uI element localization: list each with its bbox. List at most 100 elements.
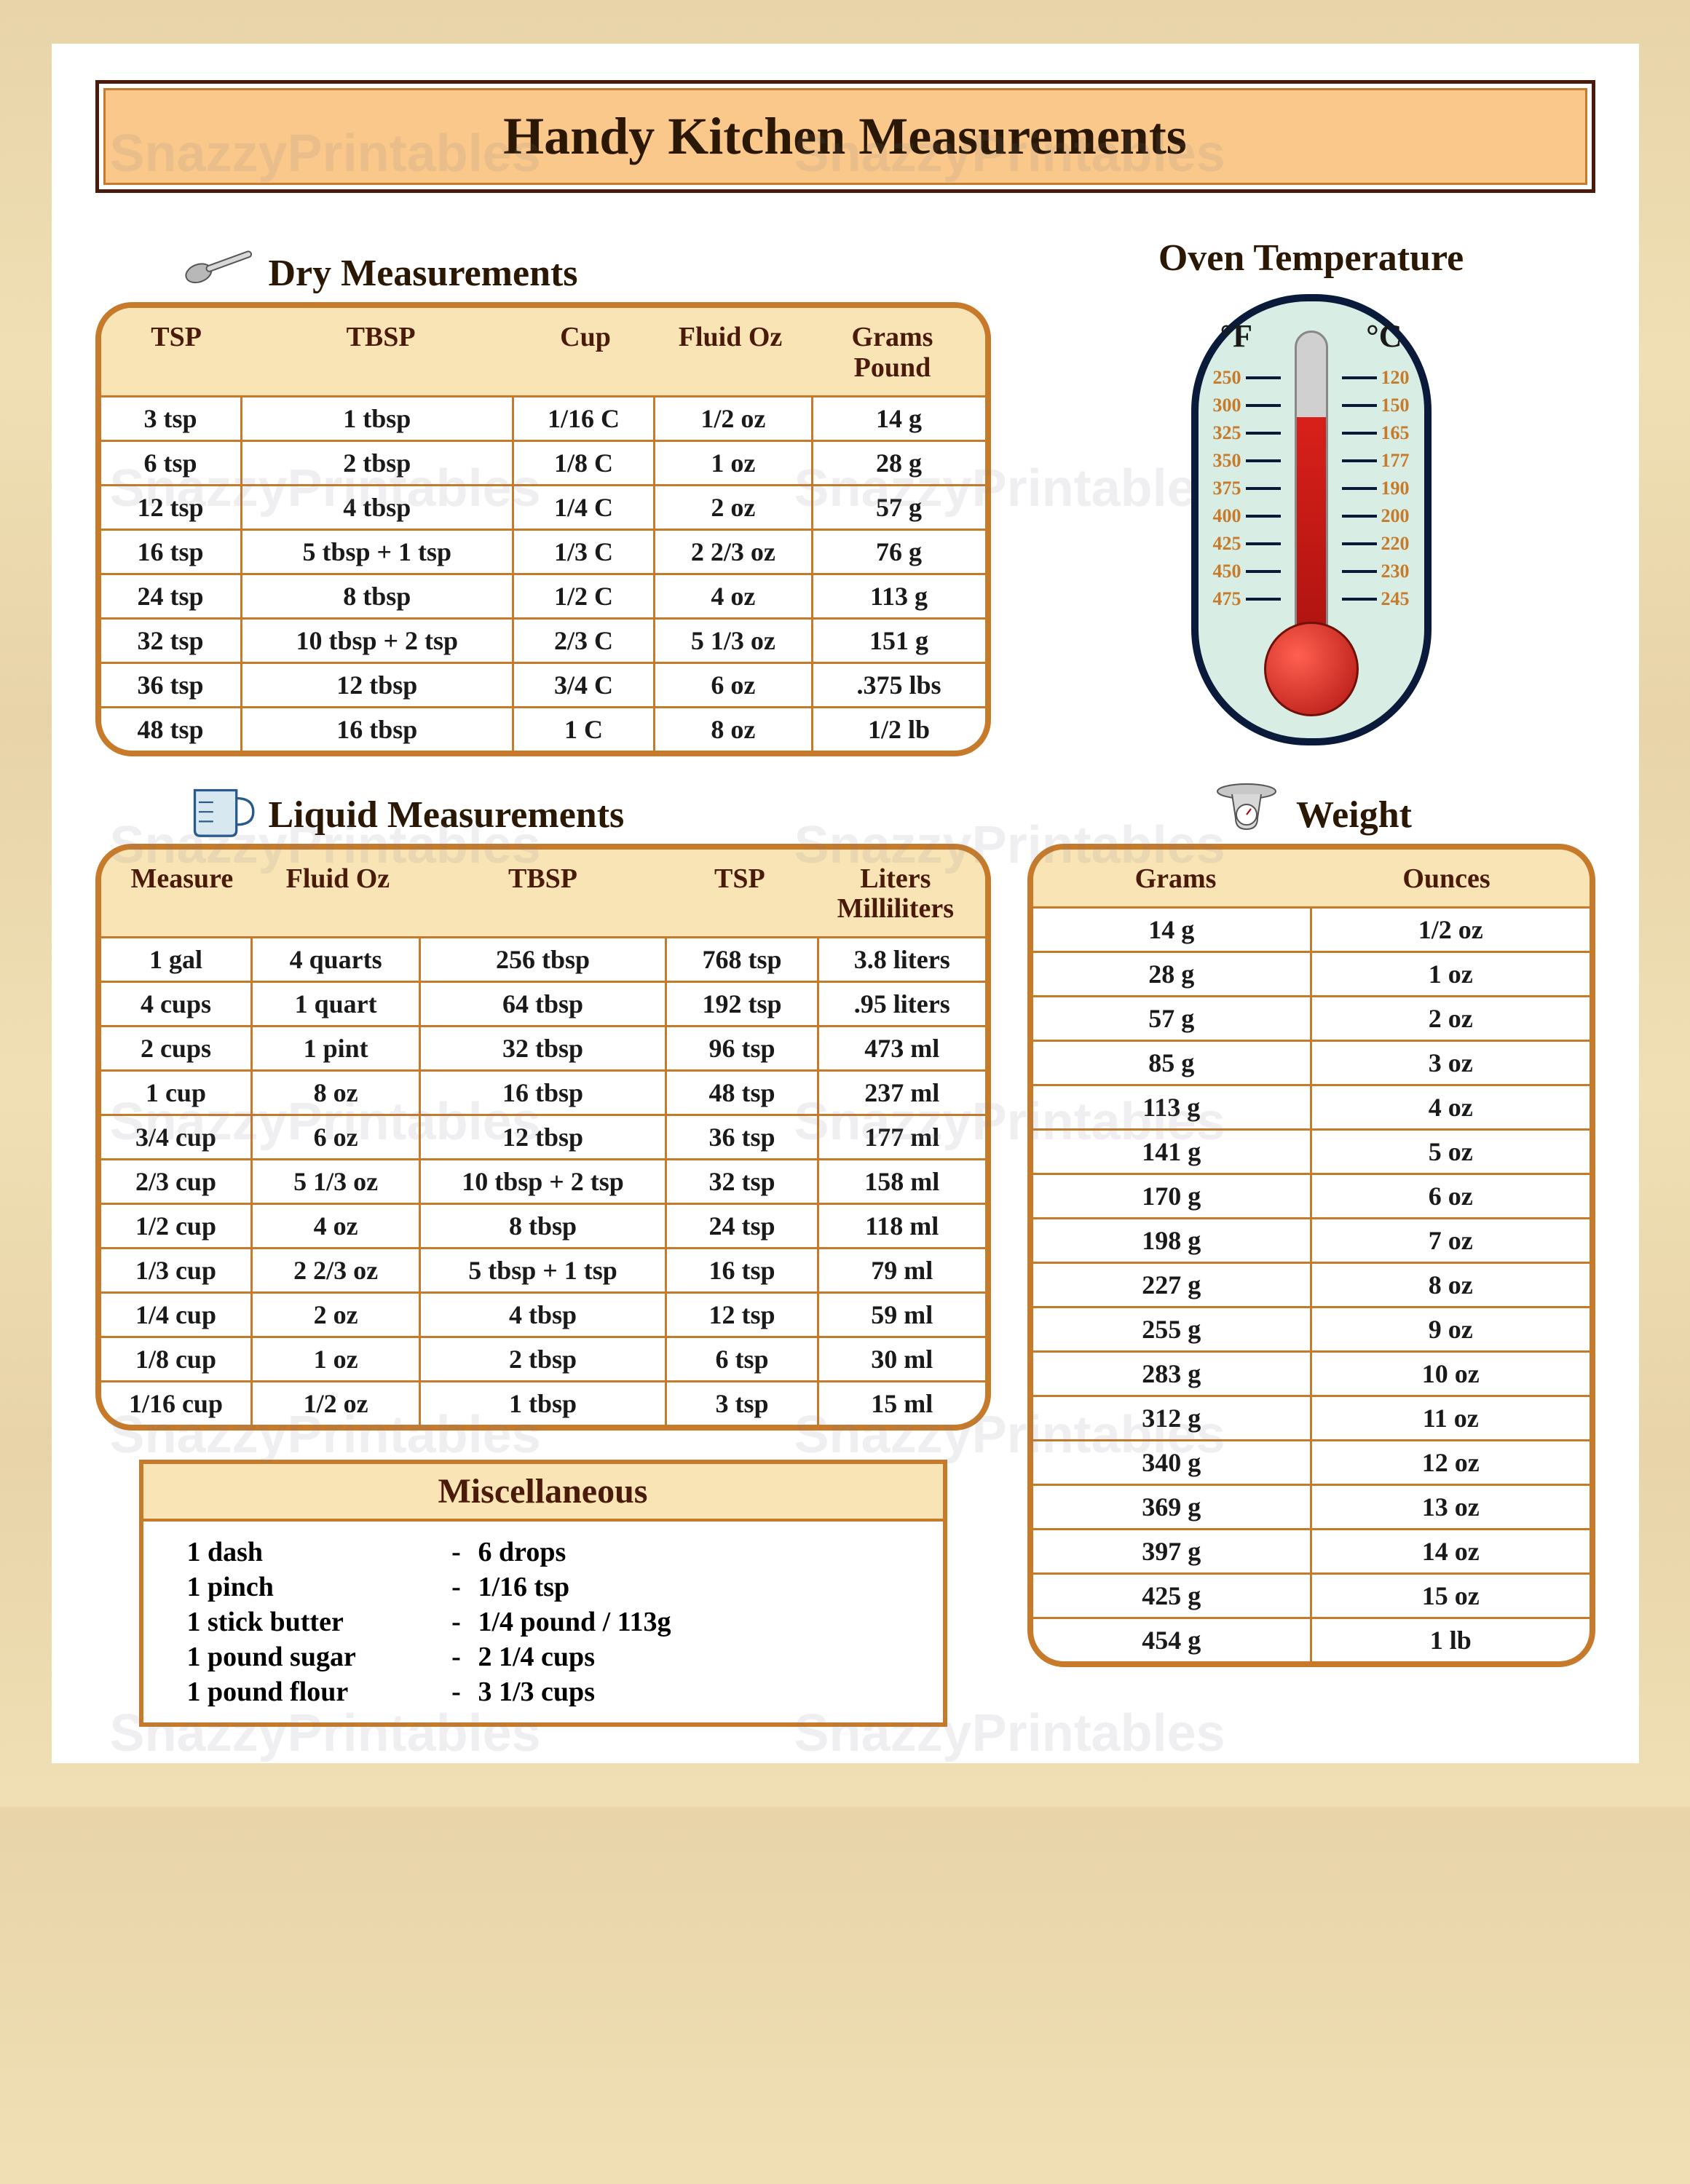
table-row: 2/3 cup5 1/3 oz10 tbsp + 2 tsp32 tsp158 …: [101, 1158, 985, 1203]
table-cell: .375 lbs: [813, 664, 985, 706]
table-cell: 12 tsp: [667, 1294, 819, 1336]
dry-table: TSPTBSPCupFluid OzGramsPound 3 tsp1 tbsp…: [95, 302, 991, 756]
table-cell: 36 tsp: [667, 1116, 819, 1158]
oven-section-title: Oven Temperature: [1027, 237, 1595, 280]
table-row: 1/4 cup2 oz4 tbsp12 tsp59 ml: [101, 1291, 985, 1336]
thermo-tick-f: 375: [1213, 478, 1281, 499]
thermo-tick-c: 165: [1342, 422, 1410, 444]
table-cell: 6 tsp: [101, 442, 242, 484]
table-cell: 4 tbsp: [421, 1294, 667, 1336]
misc-cell: -: [435, 1536, 478, 1568]
table-cell: 256 tbsp: [421, 938, 667, 981]
table-row: 3 tsp1 tbsp1/16 C1/2 oz14 g: [101, 395, 985, 440]
table-cell: 96 tsp: [667, 1027, 819, 1069]
misc-box: Miscellaneous 1 dash-6 drops1 pinch-1/16…: [139, 1460, 947, 1727]
table-row: 2 cups1 pint32 tbsp96 tsp473 ml: [101, 1025, 985, 1069]
misc-cell: 1/4 pound / 113g: [478, 1606, 899, 1638]
table-cell: 64 tbsp: [421, 983, 667, 1025]
table-cell: 340 g: [1033, 1441, 1313, 1484]
table-cell: 118 ml: [819, 1205, 984, 1247]
table-cell: 198 g: [1033, 1219, 1313, 1262]
thermo-tick-f: 350: [1213, 450, 1281, 472]
thermo-tick-f: 475: [1213, 588, 1281, 610]
misc-cell: -: [435, 1641, 478, 1673]
table-row: 369 g13 oz: [1033, 1484, 1590, 1528]
misc-cell: 1 stick butter: [187, 1606, 435, 1638]
thermo-tick-c: 120: [1342, 367, 1410, 389]
table-row: 1 cup8 oz16 tbsp48 tsp237 ml: [101, 1069, 985, 1114]
table-cell: 30 ml: [819, 1338, 984, 1380]
misc-row: 1 dash-6 drops: [187, 1535, 899, 1570]
column-header: LitersMilliliters: [813, 864, 977, 925]
table-cell: 10 tbsp + 2 tsp: [242, 620, 514, 662]
table-cell: 158 ml: [819, 1160, 984, 1203]
table-cell: 3 tsp: [667, 1382, 819, 1425]
table-cell: 141 g: [1033, 1131, 1313, 1173]
weight-table: GramsOunces 14 g1/2 oz28 g1 oz57 g2 oz85…: [1027, 844, 1595, 1667]
table-cell: 14 g: [813, 397, 985, 440]
table-cell: 14 oz: [1312, 1530, 1590, 1572]
table-cell: 1 gal: [101, 938, 253, 981]
table-cell: 369 g: [1033, 1486, 1313, 1528]
liquid-table: MeasureFluid OzTBSPTSPLitersMilliliters …: [95, 844, 991, 1431]
misc-cell: -: [435, 1606, 478, 1638]
misc-row: 1 stick butter-1/4 pound / 113g: [187, 1605, 899, 1639]
table-cell: 6 oz: [1312, 1175, 1590, 1217]
column-header: Fluid Oz: [654, 323, 808, 384]
thermo-tick-f: 400: [1213, 505, 1281, 527]
table-cell: 1 pint: [253, 1027, 420, 1069]
table-row: 1/16 cup1/2 oz1 tbsp3 tsp15 ml: [101, 1380, 985, 1425]
misc-cell: 1 pound sugar: [187, 1641, 435, 1673]
misc-cell: 6 drops: [478, 1536, 899, 1568]
table-cell: 5 oz: [1312, 1131, 1590, 1173]
thermo-tick-c: 150: [1342, 395, 1410, 416]
table-row: 28 g1 oz: [1033, 951, 1590, 995]
table-cell: 32 tsp: [667, 1160, 819, 1203]
table-cell: 1/2 oz: [1312, 909, 1590, 951]
thermometer-bulb-icon: [1264, 622, 1359, 716]
liquid-section-title: Liquid Measurements: [183, 778, 991, 836]
thermo-tick-c: 177: [1342, 450, 1410, 472]
table-cell: 397 g: [1033, 1530, 1313, 1572]
misc-cell: 1/16 tsp: [478, 1571, 899, 1603]
column-header: TSP: [108, 323, 245, 384]
table-cell: 12 oz: [1312, 1441, 1590, 1484]
thermo-tick-c: 245: [1342, 588, 1410, 610]
table-cell: 227 g: [1033, 1264, 1313, 1306]
table-cell: 9 oz: [1312, 1308, 1590, 1350]
table-row: 454 g1 lb: [1033, 1617, 1590, 1661]
weight-section-title: Weight: [1027, 778, 1595, 836]
title-bar: Handy Kitchen Measurements: [95, 80, 1595, 193]
misc-cell: 3 1/3 cups: [478, 1676, 899, 1708]
dry-title: Dry Measurements: [269, 252, 578, 295]
table-cell: 1 oz: [1312, 953, 1590, 995]
table-cell: 6 tsp: [667, 1338, 819, 1380]
table-row: 85 g3 oz: [1033, 1040, 1590, 1084]
table-cell: 1/2 oz: [253, 1382, 420, 1425]
table-cell: 1 oz: [253, 1338, 420, 1380]
table-row: 4 cups1 quart64 tbsp192 tsp.95 liters: [101, 981, 985, 1025]
table-cell: 1 tbsp: [421, 1382, 667, 1425]
table-row: 170 g6 oz: [1033, 1173, 1590, 1217]
table-cell: .95 liters: [819, 983, 984, 1025]
table-cell: 151 g: [813, 620, 985, 662]
table-cell: 1/2 oz: [655, 397, 813, 440]
table-cell: 12 tbsp: [242, 664, 514, 706]
table-row: 1/8 cup1 oz2 tbsp6 tsp30 ml: [101, 1336, 985, 1380]
column-header: Measure: [108, 864, 256, 925]
thermo-tick-f: 450: [1213, 561, 1281, 582]
table-cell: 4 oz: [655, 575, 813, 617]
table-cell: 14 g: [1033, 909, 1313, 951]
table-cell: 32 tsp: [101, 620, 242, 662]
table-row: 32 tsp10 tbsp + 2 tsp2/3 C5 1/3 oz151 g: [101, 617, 985, 662]
column-header: GramsPound: [807, 323, 977, 384]
table-row: 6 tsp2 tbsp1/8 C1 oz28 g: [101, 440, 985, 484]
table-cell: 7 oz: [1312, 1219, 1590, 1262]
table-cell: 5 tbsp + 1 tsp: [421, 1249, 667, 1291]
table-cell: 5 1/3 oz: [253, 1160, 420, 1203]
table-cell: 4 quarts: [253, 938, 420, 981]
table-cell: 3.8 liters: [819, 938, 984, 981]
table-cell: 1 cup: [101, 1072, 253, 1114]
table-cell: 2 2/3 oz: [655, 531, 813, 573]
table-cell: 1/3 cup: [101, 1249, 253, 1291]
